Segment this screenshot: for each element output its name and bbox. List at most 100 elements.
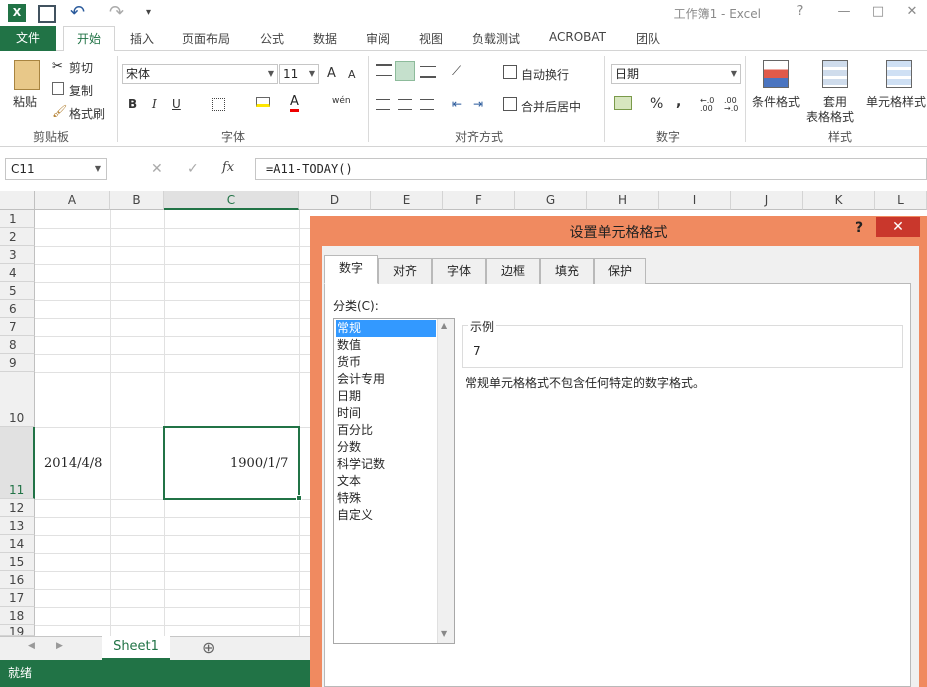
tab-insert[interactable]: 插入 <box>130 30 154 47</box>
format-as-table-button-line2[interactable]: 表格格式 <box>806 108 854 125</box>
font-size-combo[interactable]: 11 ▼ <box>279 64 319 84</box>
row-header[interactable]: 15 <box>0 553 35 571</box>
decrease-decimal-icon[interactable]: .00 →.0 <box>724 97 738 113</box>
add-sheet-button[interactable]: ⊕ <box>202 638 215 657</box>
category-item[interactable]: 分数 <box>336 439 436 456</box>
column-header-f[interactable]: F <box>443 191 515 210</box>
column-header-d[interactable]: D <box>299 191 371 210</box>
decrease-indent-icon[interactable]: ⇤ <box>452 97 462 111</box>
row-header[interactable]: 18 <box>0 607 35 625</box>
tab-acrobat[interactable]: ACROBAT <box>549 30 606 44</box>
align-middle-icon[interactable] <box>395 61 415 81</box>
tab-formulas[interactable]: 公式 <box>260 30 284 47</box>
tab-page-layout[interactable]: 页面布局 <box>182 30 230 47</box>
formula-cancel-button[interactable]: ✕ <box>151 161 163 177</box>
bold-button[interactable]: B <box>128 97 137 111</box>
category-item[interactable]: 会计专用 <box>336 371 436 388</box>
tab-home[interactable]: 开始 <box>63 26 115 52</box>
row-header[interactable]: 5 <box>0 282 35 300</box>
increase-indent-icon[interactable]: ⇥ <box>473 97 483 111</box>
row-header[interactable]: 12 <box>0 499 35 517</box>
dialog-tab-alignment[interactable]: 对齐 <box>378 258 432 284</box>
category-scrollbar[interactable] <box>437 319 454 643</box>
phonetic-button[interactable]: wén <box>332 96 351 106</box>
conditional-format-button[interactable]: 条件格式 <box>752 93 800 110</box>
scroll-up-icon[interactable]: ▲ <box>441 321 447 330</box>
dialog-tab-font[interactable]: 字体 <box>432 258 486 284</box>
font-name-combo[interactable]: 宋体 ▼ <box>122 64 278 84</box>
font-color-icon[interactable]: A <box>290 95 299 112</box>
sheet-tab-sheet1[interactable]: Sheet1 <box>102 636 170 660</box>
column-header-g[interactable]: G <box>515 191 587 210</box>
wrap-text-button[interactable]: 自动换行 <box>521 66 569 83</box>
row-header[interactable]: 4 <box>0 264 35 282</box>
dialog-close-button[interactable]: ✕ <box>876 217 920 237</box>
dialog-help-button[interactable]: ? <box>855 220 863 236</box>
tab-file[interactable]: 文件 <box>0 26 56 51</box>
underline-button[interactable]: U <box>172 97 181 111</box>
align-right-icon[interactable] <box>420 99 434 110</box>
dialog-tab-border[interactable]: 边框 <box>486 258 540 284</box>
tab-team[interactable]: 团队 <box>636 30 660 47</box>
category-item-selected[interactable]: 常规 <box>336 320 436 337</box>
row-header[interactable]: 7 <box>0 318 35 336</box>
grow-font-button[interactable]: A <box>327 66 336 81</box>
tab-review[interactable]: 审阅 <box>366 30 390 47</box>
number-format-combo[interactable]: 日期 ▼ <box>611 64 741 84</box>
tab-view[interactable]: 视图 <box>419 30 443 47</box>
column-header-h[interactable]: H <box>587 191 659 210</box>
sheet-scroll-right-icon[interactable]: ▶ <box>56 641 63 651</box>
dialog-tab-protection[interactable]: 保护 <box>594 258 646 284</box>
formula-enter-button[interactable]: ✓ <box>187 161 199 177</box>
row-header[interactable]: 3 <box>0 246 35 264</box>
cell-c11[interactable]: 1900/1/7 <box>230 456 288 471</box>
cell-a11[interactable]: 2014/4/8 <box>44 456 102 471</box>
row-header[interactable]: 8 <box>0 336 35 354</box>
paste-button[interactable]: 粘贴 <box>13 93 37 110</box>
row-header[interactable]: 10 <box>0 372 35 427</box>
borders-icon[interactable] <box>212 98 225 111</box>
row-header-selected[interactable]: 11 <box>0 427 35 499</box>
name-box[interactable]: C11 ▼ <box>5 158 107 180</box>
scroll-down-icon[interactable]: ▼ <box>441 629 447 638</box>
restore-button[interactable]: □ <box>866 2 890 22</box>
close-window-button[interactable]: ✕ <box>900 2 924 22</box>
help-button[interactable]: ? <box>788 2 812 22</box>
format-painter-button[interactable]: 格式刷 <box>69 105 105 122</box>
comma-button[interactable]: , <box>676 94 681 110</box>
category-item[interactable]: 特殊 <box>336 490 436 507</box>
insert-function-button[interactable]: fx <box>222 160 234 175</box>
cut-button[interactable]: 剪切 <box>69 59 93 76</box>
row-header[interactable]: 17 <box>0 589 35 607</box>
category-item[interactable]: 自定义 <box>336 507 436 524</box>
row-header[interactable]: 6 <box>0 300 35 318</box>
align-top-icon[interactable] <box>376 64 392 76</box>
column-header-j[interactable]: J <box>731 191 803 210</box>
column-header-b[interactable]: B <box>110 191 164 210</box>
column-header-i[interactable]: I <box>659 191 731 210</box>
row-header[interactable]: 2 <box>0 228 35 246</box>
row-header[interactable]: 9 <box>0 354 35 372</box>
category-item[interactable]: 科学记数 <box>336 456 436 473</box>
tab-data[interactable]: 数据 <box>313 30 337 47</box>
row-header[interactable]: 1 <box>0 210 35 228</box>
orientation-icon[interactable]: ⟋ <box>452 64 461 79</box>
category-item[interactable]: 百分比 <box>336 422 436 439</box>
align-bottom-icon[interactable] <box>420 66 436 78</box>
minimize-button[interactable]: — <box>832 2 856 22</box>
category-item[interactable]: 文本 <box>336 473 436 490</box>
currency-icon[interactable] <box>614 96 632 110</box>
fill-handle[interactable] <box>296 495 302 501</box>
merge-center-button[interactable]: 合并后居中 <box>521 98 581 115</box>
fill-color-icon[interactable] <box>256 97 270 107</box>
tab-load-test[interactable]: 负载测试 <box>472 30 520 47</box>
column-header-a[interactable]: A <box>35 191 110 210</box>
category-item[interactable]: 数值 <box>336 337 436 354</box>
column-header-c[interactable]: C <box>164 191 299 210</box>
row-header[interactable]: 14 <box>0 535 35 553</box>
percent-button[interactable]: % <box>650 96 663 112</box>
column-header-k[interactable]: K <box>803 191 875 210</box>
dialog-tab-number[interactable]: 数字 <box>324 255 378 284</box>
category-item[interactable]: 货币 <box>336 354 436 371</box>
row-header[interactable]: 13 <box>0 517 35 535</box>
